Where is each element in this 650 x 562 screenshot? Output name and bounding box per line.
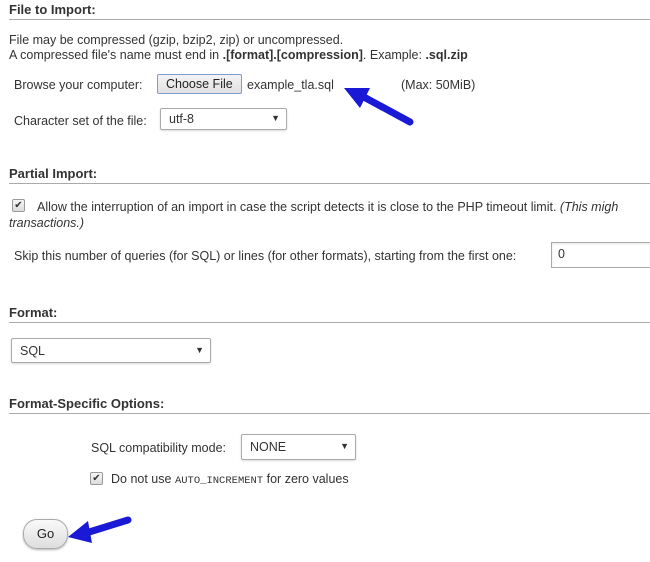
compat-mode-value: NONE <box>250 440 287 454</box>
choose-file-button[interactable]: Choose File <box>157 74 242 94</box>
auto-increment-label: Do not use AUTO_INCREMENT for zero value… <box>111 472 349 487</box>
allow-interrupt-text: Allow the interruption of an import in c… <box>37 200 560 214</box>
check-icon: ✔ <box>92 473 101 484</box>
compat-mode-select[interactable]: NONE ▼ <box>241 434 356 460</box>
file-import-heading: File to Import: <box>9 2 650 20</box>
auto-inc-code: AUTO_INCREMENT <box>174 475 264 487</box>
naming-prefix: A compressed file's name must end in <box>9 48 223 62</box>
partial-import-heading: Partial Import: <box>9 166 650 184</box>
charset-value: utf-8 <box>169 112 195 126</box>
annotation-arrow-go <box>68 516 132 543</box>
auto-inc-suffix: for zero values <box>263 472 349 486</box>
charset-select[interactable]: utf-8 ▼ <box>160 108 287 130</box>
chevron-down-icon: ▼ <box>340 441 349 451</box>
format-options-heading: Format-Specific Options: <box>9 396 650 414</box>
auto-increment-checkbox[interactable]: ✔ <box>90 472 103 485</box>
allow-interrupt-checkbox[interactable]: ✔ <box>12 199 25 212</box>
selected-file-name: example_tla.sql <box>247 78 334 92</box>
chevron-down-icon: ▼ <box>271 113 280 123</box>
format-select[interactable]: SQL ▼ <box>11 338 211 363</box>
go-button[interactable]: Go <box>23 519 68 549</box>
browse-label: Browse your computer: <box>14 78 143 92</box>
naming-example: .sql.zip <box>425 48 468 62</box>
naming-format: .[format].[compression] <box>222 48 363 62</box>
format-value: SQL <box>20 344 46 358</box>
compression-info: File may be compressed (gzip, bzip2, zip… <box>9 33 344 47</box>
chevron-down-icon: ▼ <box>195 345 204 355</box>
annotation-arrow-file <box>344 88 414 126</box>
allow-interrupt-note-cont: transactions.) <box>9 216 84 230</box>
allow-interrupt-label: Allow the interruption of an import in c… <box>37 200 618 214</box>
format-heading: Format: <box>9 305 650 323</box>
skip-queries-input[interactable]: 0 <box>551 242 650 268</box>
skip-label: Skip this number of queries (for SQL) or… <box>14 249 517 263</box>
auto-inc-prefix: Do not use <box>111 472 175 486</box>
compression-naming-info: A compressed file's name must end in .[f… <box>9 48 468 62</box>
check-icon: ✔ <box>14 200 23 211</box>
note-cont-text: transactions.) <box>9 216 85 230</box>
allow-interrupt-note: (This migh <box>559 200 619 214</box>
charset-label: Character set of the file: <box>14 114 147 128</box>
compat-mode-label: SQL compatibility mode: <box>91 441 227 455</box>
naming-mid: . Example: <box>362 48 426 62</box>
